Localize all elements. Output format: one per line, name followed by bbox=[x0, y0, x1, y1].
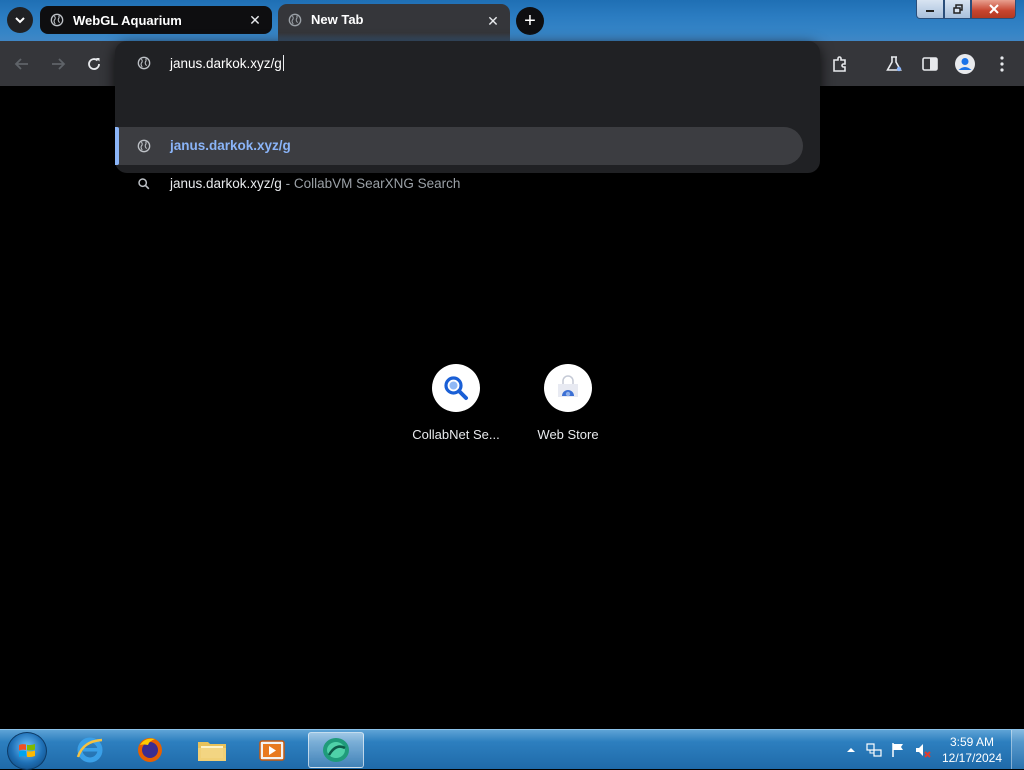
close-tab-icon[interactable]: ✕ bbox=[246, 11, 264, 29]
clock-time: 3:59 AM bbox=[949, 735, 995, 749]
windows-taskbar: 3:59 AM 12/17/2024 bbox=[0, 729, 1024, 770]
windows-logo-icon bbox=[19, 744, 35, 757]
shortcut-collabnet-search[interactable]: CollabNet Se... bbox=[406, 364, 506, 442]
address-input-value: janus.darkok.xyz/g bbox=[170, 56, 282, 71]
globe-icon bbox=[50, 13, 64, 27]
internet-explorer-icon bbox=[76, 737, 103, 763]
taskbar-media-player[interactable] bbox=[244, 732, 300, 768]
shortcut-icon-circle bbox=[544, 364, 592, 412]
clock-date: 12/17/2024 bbox=[941, 751, 1003, 765]
desktop-screen: WebGL Aquarium ✕ New Tab ✕ + CollabNet S… bbox=[0, 0, 1024, 770]
new-tab-button[interactable]: + bbox=[516, 7, 544, 35]
address-input[interactable]: janus.darkok.xyz/g bbox=[170, 55, 284, 71]
reload-icon[interactable] bbox=[83, 53, 105, 75]
extensions-icon[interactable] bbox=[829, 53, 851, 75]
shortcut-web-store[interactable]: Web Store bbox=[518, 364, 618, 442]
search-icon bbox=[138, 178, 150, 190]
menu-icon[interactable] bbox=[991, 53, 1013, 75]
chrome-app-icon bbox=[323, 738, 349, 762]
close-tab-icon[interactable]: ✕ bbox=[484, 12, 502, 30]
suggestion-text: janus.darkok.xyz/g bbox=[170, 138, 291, 153]
taskbar-firefox[interactable] bbox=[122, 732, 178, 768]
suggestion-separator: - bbox=[285, 176, 291, 191]
minimize-button[interactable] bbox=[916, 0, 944, 19]
start-button[interactable] bbox=[7, 732, 47, 770]
tab-title: New Tab bbox=[311, 12, 364, 27]
shortcut-icon-circle bbox=[432, 364, 480, 412]
tab-webgl-aquarium[interactable]: WebGL Aquarium ✕ bbox=[40, 6, 272, 34]
back-icon[interactable] bbox=[11, 53, 33, 75]
globe-icon bbox=[137, 56, 151, 70]
suggestion-description: CollabVM SearXNG Search bbox=[293, 176, 461, 191]
omnibox-dropdown: janus.darkok.xyz/g janus.darkok.xyz/g ja… bbox=[115, 41, 820, 191]
maximize-button[interactable] bbox=[944, 0, 971, 19]
show-hidden-icons-icon[interactable] bbox=[843, 742, 859, 758]
web-store-icon bbox=[558, 375, 578, 397]
window-controls bbox=[916, 0, 1016, 19]
side-panel-icon[interactable] bbox=[919, 53, 941, 75]
shortcut-label: Web Store bbox=[537, 427, 599, 442]
text-caret bbox=[282, 55, 284, 71]
suggestion-search[interactable]: janus.darkok.xyz/g - CollabVM SearXNG Se… bbox=[115, 165, 803, 205]
globe-icon bbox=[288, 13, 302, 27]
suggestion-text: janus.darkok.xyz/g - CollabVM SearXNG Se… bbox=[170, 176, 460, 191]
magnifier-icon bbox=[444, 376, 468, 400]
minimize-icon bbox=[926, 10, 934, 12]
close-window-button[interactable] bbox=[971, 0, 1016, 19]
taskbar-file-explorer[interactable] bbox=[184, 732, 240, 768]
tab-search-button[interactable] bbox=[7, 7, 33, 33]
action-center-flag-icon[interactable] bbox=[890, 742, 906, 758]
profile-icon[interactable] bbox=[954, 53, 976, 75]
forward-icon[interactable] bbox=[47, 53, 69, 75]
suggestion-query: janus.darkok.xyz/g bbox=[170, 176, 282, 191]
taskbar-chrome-app[interactable] bbox=[308, 732, 364, 768]
chevron-down-icon bbox=[15, 17, 25, 24]
restore-icon bbox=[952, 4, 963, 14]
network-icon[interactable] bbox=[866, 742, 882, 758]
firefox-icon bbox=[138, 738, 162, 762]
labs-icon[interactable] bbox=[883, 53, 905, 75]
close-icon bbox=[988, 4, 999, 14]
show-desktop-button[interactable] bbox=[1011, 730, 1024, 769]
file-explorer-icon bbox=[198, 742, 226, 761]
suggestion-url[interactable]: janus.darkok.xyz/g bbox=[115, 127, 803, 165]
volume-muted-icon[interactable] bbox=[915, 742, 931, 758]
tab-new-tab[interactable]: New Tab ✕ bbox=[278, 4, 510, 41]
browser-tabstrip: WebGL Aquarium ✕ New Tab ✕ + bbox=[0, 0, 1024, 41]
tab-title: WebGL Aquarium bbox=[73, 12, 182, 28]
address-bar[interactable]: janus.darkok.xyz/g bbox=[115, 41, 820, 85]
shortcut-label: CollabNet Se... bbox=[412, 427, 500, 442]
taskbar-internet-explorer[interactable] bbox=[62, 732, 118, 768]
globe-icon bbox=[137, 139, 151, 153]
media-player-icon bbox=[259, 740, 285, 761]
taskbar-clock[interactable]: 3:59 AM 12/17/2024 bbox=[932, 734, 1012, 766]
